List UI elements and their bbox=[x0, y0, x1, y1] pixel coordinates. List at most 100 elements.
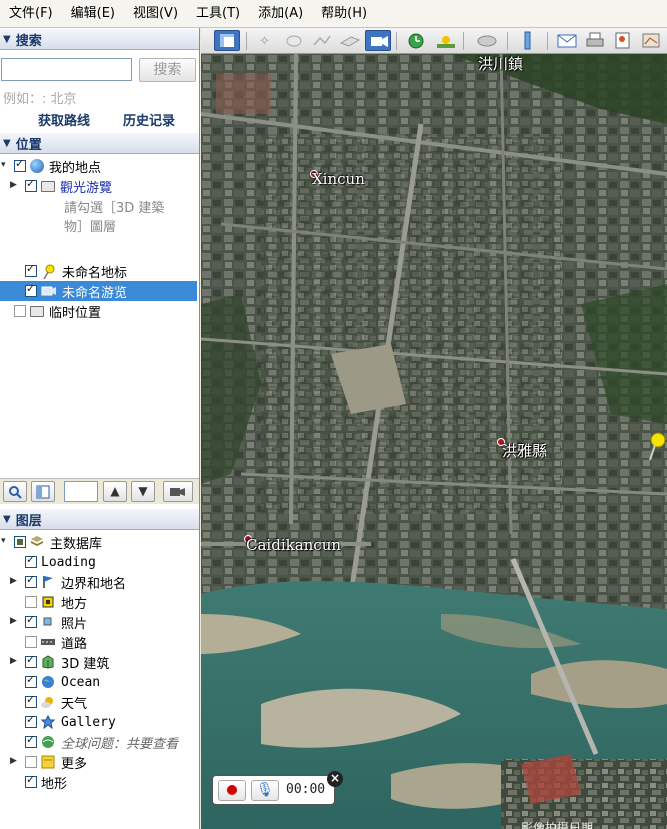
layer-gallery[interactable]: Gallery bbox=[25, 712, 116, 732]
places-index-field[interactable] bbox=[64, 481, 98, 502]
collapse-icon[interactable]: ▾ bbox=[1, 160, 6, 170]
layer-weather[interactable]: 天气 bbox=[25, 692, 87, 712]
play-tour-button[interactable] bbox=[163, 481, 193, 502]
checkbox[interactable] bbox=[25, 713, 37, 728]
map-label-hongya[interactable]: 洪雅縣 bbox=[502, 440, 547, 461]
map-label-xincun[interactable]: Xincun bbox=[312, 170, 365, 188]
checkbox[interactable] bbox=[25, 636, 37, 648]
email-button[interactable] bbox=[554, 30, 580, 51]
collapse-triangle-icon[interactable]: ▼ bbox=[3, 514, 11, 525]
layer-label: 天气 bbox=[61, 696, 88, 712]
tour-camera-icon bbox=[170, 488, 185, 496]
layer-3d-buildings[interactable]: 3D 建筑 bbox=[25, 652, 109, 672]
square-icon bbox=[41, 595, 55, 609]
layer-terrain[interactable]: 地形 bbox=[25, 772, 67, 792]
microphone-button[interactable]: 🎙 bbox=[251, 780, 279, 801]
menu-edit[interactable]: 编辑(E) bbox=[62, 0, 124, 28]
map-label-caidikancun[interactable]: Caidikancun bbox=[246, 536, 341, 554]
ruler-icon bbox=[524, 31, 531, 50]
print-button[interactable] bbox=[582, 30, 608, 51]
view-in-maps-button[interactable] bbox=[638, 30, 664, 51]
checkbox-partial[interactable] bbox=[14, 536, 26, 548]
tree-item-untitled-tour[interactable]: 未命名游览 bbox=[0, 281, 197, 301]
historical-imagery-button[interactable] bbox=[403, 30, 429, 51]
layer-loading[interactable]: Loading bbox=[25, 552, 96, 572]
map-label-hongchuan[interactable]: 洪川鎮 bbox=[478, 54, 523, 74]
collapse-triangle-icon[interactable]: ▼ bbox=[3, 138, 11, 149]
checkbox[interactable] bbox=[14, 157, 26, 172]
layer-more[interactable]: 更多 bbox=[25, 752, 87, 772]
menu-file[interactable]: 文件(F) bbox=[0, 0, 62, 28]
record-tour-button[interactable] bbox=[365, 30, 391, 51]
layer-label: 地形 bbox=[41, 776, 68, 792]
toggle-sidebar-button[interactable] bbox=[214, 30, 240, 51]
tour-timer: 00:00 bbox=[286, 782, 326, 797]
menu-help[interactable]: 帮助(H) bbox=[312, 0, 376, 28]
layer-label: Ocean bbox=[61, 674, 101, 690]
close-icon[interactable]: × bbox=[327, 771, 343, 787]
checkbox[interactable] bbox=[25, 553, 37, 568]
places-header[interactable]: ▼ 位置 bbox=[0, 132, 199, 154]
search-places-button[interactable] bbox=[3, 481, 27, 502]
checkbox[interactable] bbox=[25, 733, 37, 748]
checkbox[interactable] bbox=[25, 613, 37, 628]
menu-add[interactable]: 添加(A) bbox=[249, 0, 312, 28]
get-directions-link[interactable]: 获取路线 bbox=[38, 110, 90, 129]
tree-item-untitled-placemark[interactable]: 未命名地标 bbox=[25, 261, 127, 281]
add-polygon-button[interactable] bbox=[281, 30, 307, 51]
expand-icon[interactable]: ▶ bbox=[10, 616, 17, 626]
layer-global-awareness[interactable]: 全球问题：共要查看 bbox=[25, 732, 178, 752]
search-header[interactable]: ▼ 搜索 bbox=[0, 28, 199, 50]
tree-item-temporary-places[interactable]: 临时位置 bbox=[14, 301, 101, 321]
collapse-triangle-icon[interactable]: ▼ bbox=[3, 34, 11, 45]
checkbox[interactable] bbox=[25, 596, 37, 608]
toggle-panel-button[interactable] bbox=[31, 481, 55, 502]
history-link[interactable]: 历史记录 bbox=[123, 110, 175, 129]
pushpin-icon[interactable] bbox=[647, 432, 667, 462]
checkbox[interactable] bbox=[25, 673, 37, 688]
checkbox[interactable] bbox=[25, 653, 37, 668]
switch-planet-button[interactable] bbox=[473, 30, 499, 51]
collapse-icon[interactable]: ▾ bbox=[1, 536, 6, 546]
layers-header[interactable]: ▼ 图层 bbox=[0, 508, 199, 530]
checkbox[interactable] bbox=[25, 177, 37, 192]
search-button[interactable]: 搜索 bbox=[139, 58, 196, 82]
ruler-button[interactable] bbox=[514, 30, 540, 51]
tree-item-my-places[interactable]: 我的地点 bbox=[14, 156, 101, 176]
move-up-button[interactable]: ▲ bbox=[103, 481, 127, 502]
checkbox[interactable] bbox=[25, 573, 37, 588]
expand-icon[interactable]: ▶ bbox=[10, 180, 17, 190]
sunlight-button[interactable] bbox=[433, 30, 459, 51]
checkbox[interactable] bbox=[25, 262, 37, 277]
map-view[interactable]: 洪川鎮 Xincun 洪雅縣 Caidikancun 🎙 00:00 × 影像拍… bbox=[201, 54, 667, 829]
add-path-button[interactable] bbox=[309, 30, 335, 51]
checkbox[interactable] bbox=[25, 756, 37, 768]
checkbox[interactable] bbox=[25, 773, 37, 788]
expand-icon[interactable]: ▶ bbox=[10, 756, 17, 766]
save-image-button[interactable] bbox=[610, 30, 636, 51]
star-icon bbox=[40, 714, 56, 730]
expand-icon[interactable]: ▶ bbox=[10, 576, 17, 586]
layer-places[interactable]: 地方 bbox=[25, 592, 87, 612]
expand-icon[interactable]: ▶ bbox=[10, 656, 17, 666]
search-input[interactable] bbox=[1, 58, 132, 81]
menu-tools[interactable]: 工具(T) bbox=[187, 0, 249, 28]
photo-icon bbox=[41, 615, 55, 629]
record-button[interactable] bbox=[218, 780, 246, 801]
layer-ocean[interactable]: Ocean bbox=[25, 672, 100, 692]
layer-photos[interactable]: 照片 bbox=[25, 612, 87, 632]
move-down-button[interactable]: ▼ bbox=[131, 481, 155, 502]
tree-item-label: 未命名地标 bbox=[62, 265, 128, 281]
layer-roads[interactable]: 道路 bbox=[25, 632, 87, 652]
checkbox[interactable] bbox=[25, 282, 37, 297]
add-placemark-button[interactable]: ✧ bbox=[253, 30, 279, 51]
layer-primary-database[interactable]: 主数据库 bbox=[14, 532, 102, 552]
tree-item-sightseeing[interactable]: 觀光游覽 bbox=[25, 176, 112, 196]
note-icon bbox=[41, 755, 55, 769]
satellite-imagery[interactable] bbox=[201, 54, 667, 829]
checkbox[interactable] bbox=[25, 693, 37, 708]
layer-borders-labels[interactable]: 边界和地名 bbox=[25, 572, 126, 592]
menu-view[interactable]: 视图(V) bbox=[124, 0, 187, 28]
add-image-overlay-button[interactable] bbox=[337, 30, 363, 51]
checkbox[interactable] bbox=[14, 305, 26, 317]
